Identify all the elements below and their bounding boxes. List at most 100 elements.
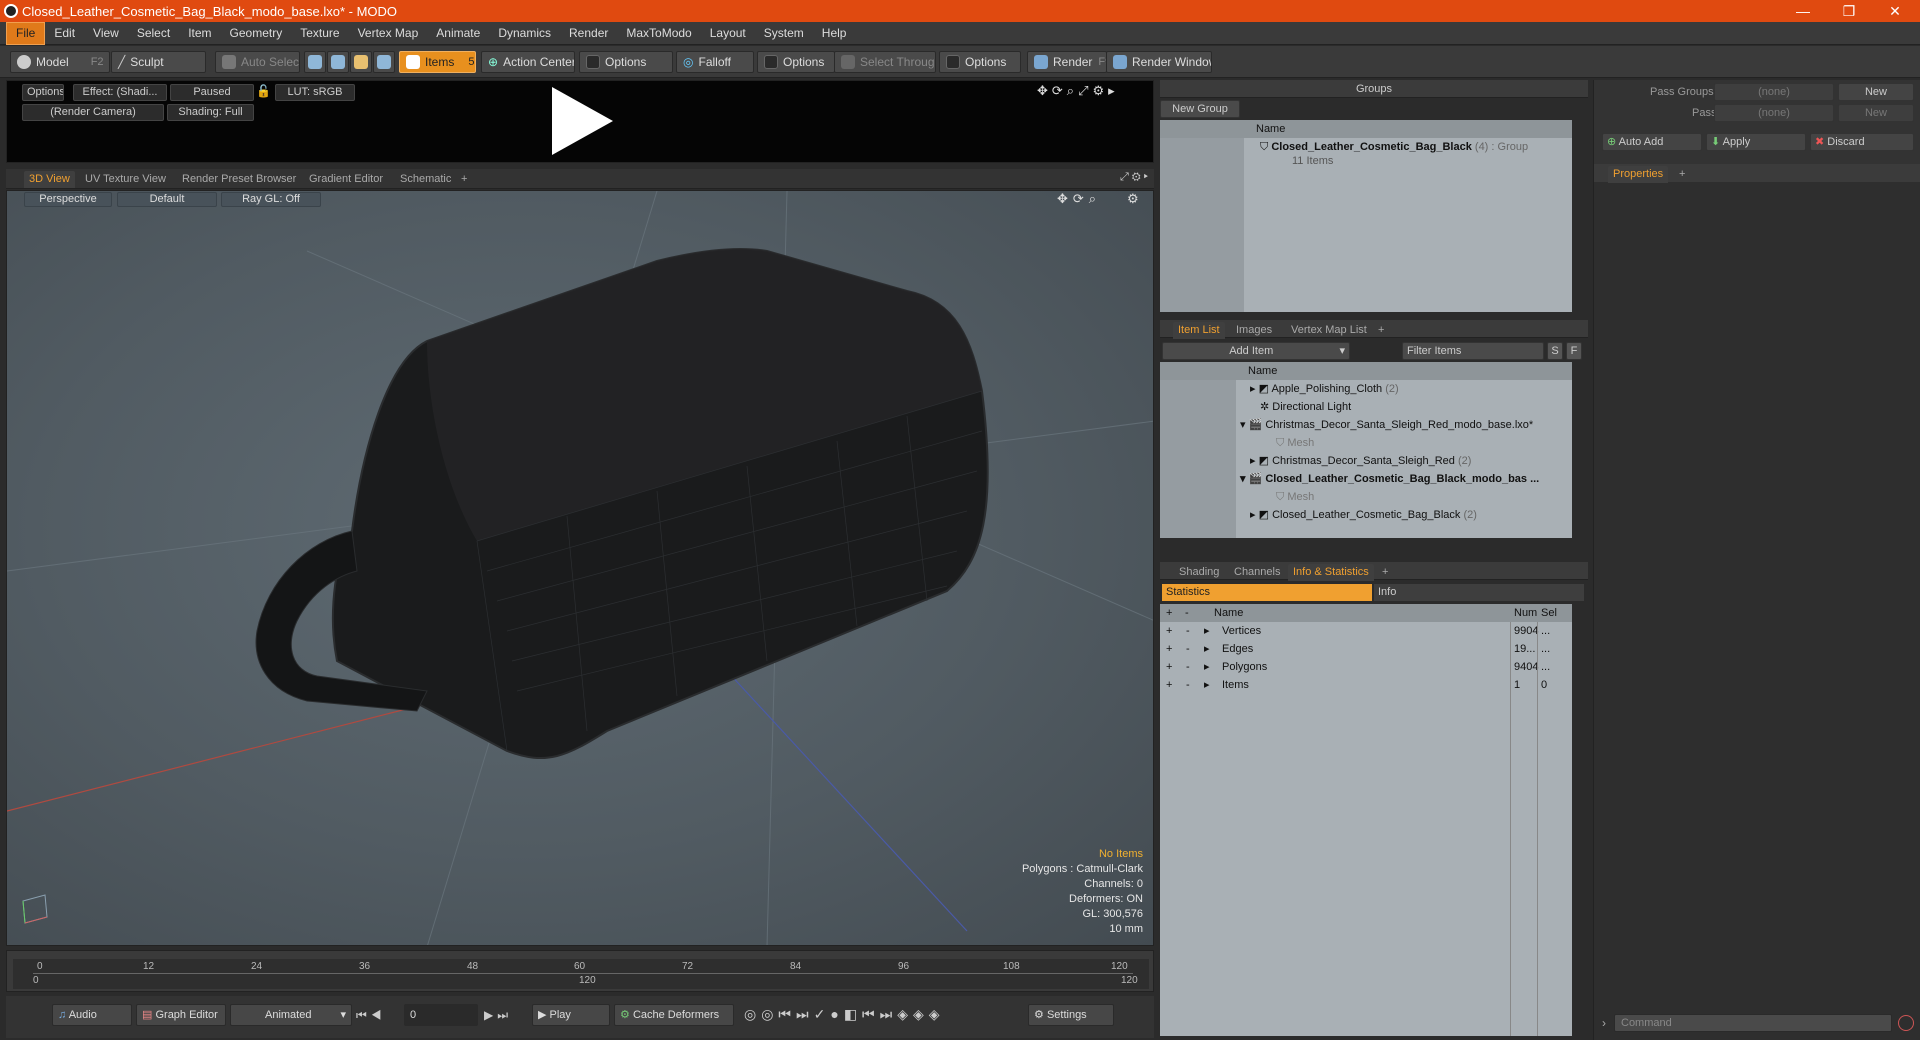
list-item[interactable]: ✲ Directional Light (1160, 398, 1351, 416)
remove-icon[interactable]: - (1186, 640, 1190, 658)
add-tab-button[interactable]: + (456, 171, 472, 188)
tab-info-statistics[interactable]: Info & Statistics (1288, 564, 1374, 581)
frame-input[interactable]: 0 (404, 1004, 478, 1026)
view-panel-icons[interactable]: ⤢ ⚙ ▸ (1120, 171, 1148, 184)
menu-dynamics[interactable]: Dynamics (489, 22, 560, 45)
skip-start-prev-icons[interactable]: ⏮◀ (356, 1008, 386, 1023)
apply-button[interactable]: ⬇ Apply (1706, 133, 1806, 151)
graph-editor-button[interactable]: ▤ Graph Editor (136, 1004, 226, 1026)
list-item[interactable]: ▸ ◩ Christmas_Decor_Santa_Sleigh_Red (2) (1160, 452, 1471, 470)
tab-render-preset-browser[interactable]: Render Preset Browser (177, 171, 301, 188)
preview-camera-dropdown[interactable]: (Render Camera) (22, 104, 164, 121)
edges-mode-button[interactable] (327, 51, 349, 73)
menu-vertex-map[interactable]: Vertex Map (349, 22, 428, 45)
new-group-button[interactable]: New Group (1160, 100, 1240, 118)
preview-options-button[interactable]: Options (22, 84, 64, 101)
menu-texture[interactable]: Texture (291, 22, 348, 45)
discard-button[interactable]: ✖ Discard (1810, 133, 1914, 151)
settings-button[interactable]: ⚙ Settings (1028, 1004, 1114, 1026)
preview-lut-dropdown[interactable]: LUT: sRGB (275, 84, 355, 101)
expand-arrow-icon[interactable]: ▸ (1204, 640, 1210, 658)
list-item[interactable]: ▸ ◩ Apple_Polishing_Cloth (2) (1160, 380, 1399, 398)
3d-viewport[interactable]: Perspective Default Ray GL: Off ✥⟳⌕ ⚙ No… (6, 190, 1154, 946)
add-icon[interactable]: + (1166, 622, 1172, 640)
menu-view[interactable]: View (84, 22, 128, 45)
stop-icon[interactable] (1898, 1015, 1914, 1031)
add-tab-button[interactable]: + (1377, 564, 1393, 581)
menu-select[interactable]: Select (128, 22, 179, 45)
tab-uv-texture-view[interactable]: UV Texture View (80, 171, 171, 188)
select-through-button[interactable]: Select Through (834, 51, 936, 73)
menu-item[interactable]: Item (179, 22, 220, 45)
cache-deformers-button[interactable]: ⚙ Cache Deformers (614, 1004, 734, 1026)
info-subtab[interactable]: Info (1374, 584, 1584, 601)
menu-maxtomodo[interactable]: MaxToModo (617, 22, 700, 45)
tab-images[interactable]: Images (1231, 322, 1277, 339)
polygons-mode-button[interactable] (350, 51, 372, 73)
keyframe-tool-icons[interactable]: ◎◎⏮⏭✓●◧⏮⏭◈◈◈ (744, 1006, 945, 1023)
auto-select-button[interactable]: Auto Select (215, 51, 300, 73)
tab-gradient-editor[interactable]: Gradient Editor (304, 171, 388, 188)
new-pass-button[interactable]: New (1838, 104, 1914, 122)
filter-items-input[interactable]: Filter Items (1402, 342, 1544, 360)
tab-vertex-map-list[interactable]: Vertex Map List (1286, 322, 1372, 339)
timeline-ruler[interactable]: 0 12 24 36 48 60 72 84 96 108 120 0 120 … (13, 959, 1149, 989)
falloff-button[interactable]: ◎ Falloff (676, 51, 754, 73)
tab-schematic[interactable]: Schematic (395, 171, 456, 188)
preview-effect-dropdown[interactable]: Effect: (Shadi... (73, 84, 167, 101)
filter-f-button[interactable]: F (1566, 342, 1582, 360)
tab-3d-view[interactable]: 3D View (24, 171, 75, 188)
add-icon[interactable]: + (1166, 640, 1172, 658)
pass-groups-dropdown[interactable]: (none) (1714, 83, 1834, 101)
lock-icon[interactable]: 🔓 (256, 84, 271, 98)
menu-layout[interactable]: Layout (701, 22, 755, 45)
expand-arrow-icon[interactable]: ▸ (1204, 622, 1210, 640)
close-button[interactable]: ✕ (1872, 0, 1918, 22)
preview-shading-dropdown[interactable]: Shading: Full (167, 104, 254, 121)
action-center-options-button[interactable]: Options (579, 51, 673, 73)
items-mode-button[interactable]: Items 5 (399, 51, 476, 73)
add-icon[interactable]: + (1166, 676, 1172, 694)
filter-s-button[interactable]: S (1547, 342, 1563, 360)
remove-icon[interactable]: - (1186, 658, 1190, 676)
model-mode-button[interactable]: Model F2 (10, 51, 110, 73)
play-icon[interactable] (547, 85, 617, 157)
preview-nav-icons[interactable]: ✥⟳⌕⤢⚙▸ (1037, 83, 1119, 99)
tab-channels[interactable]: Channels (1229, 564, 1285, 581)
sculpt-mode-button[interactable]: ╱ Sculpt (111, 51, 206, 73)
preview-paused-button[interactable]: Paused (170, 84, 254, 101)
add-tab-button[interactable]: + (1674, 166, 1690, 183)
tab-properties[interactable]: Properties (1608, 166, 1669, 183)
passes-dropdown[interactable]: (none) (1714, 104, 1834, 122)
add-icon[interactable]: + (1166, 658, 1172, 676)
render-window-button[interactable]: Render Window (1106, 51, 1212, 73)
timeline[interactable]: 0 12 24 36 48 60 72 84 96 108 120 0 120 … (6, 950, 1154, 992)
statistics-subtab[interactable]: Statistics (1162, 584, 1372, 601)
list-item[interactable]: ▸ ◩ Closed_Leather_Cosmetic_Bag_Black (2… (1160, 506, 1477, 524)
materials-mode-button[interactable] (373, 51, 395, 73)
list-item[interactable]: ⛉ Mesh (1160, 488, 1314, 506)
next-skip-end-icons[interactable]: ▶⏭ (484, 1008, 512, 1023)
menu-render[interactable]: Render (560, 22, 617, 45)
menu-edit[interactable]: Edit (45, 22, 84, 45)
list-item[interactable]: ⛉ Mesh (1160, 434, 1314, 452)
audio-button[interactable]: ♫ Audio (52, 1004, 132, 1026)
menu-geometry[interactable]: Geometry (221, 22, 292, 45)
maximize-button[interactable]: ❐ (1826, 0, 1872, 22)
command-input[interactable]: Command (1614, 1014, 1892, 1032)
vertices-mode-button[interactable] (304, 51, 326, 73)
menu-animate[interactable]: Animate (427, 22, 489, 45)
remove-icon[interactable]: - (1186, 622, 1190, 640)
play-button[interactable]: ▶ Play (532, 1004, 610, 1026)
menu-file[interactable]: File (6, 21, 46, 45)
add-tab-button[interactable]: + (1373, 322, 1389, 339)
list-item[interactable]: ▾ 🎬 Closed_Leather_Cosmetic_Bag_Black_mo… (1160, 470, 1539, 488)
menu-system[interactable]: System (755, 22, 813, 45)
menu-help[interactable]: Help (813, 22, 856, 45)
action-center-button[interactable]: ⊕ Action Center (481, 51, 575, 73)
list-item[interactable]: ▾ 🎬 Christmas_Decor_Santa_Sleigh_Red_mod… (1160, 416, 1533, 434)
animated-dropdown[interactable]: Animated ▾ (230, 1004, 352, 1026)
expand-arrow-icon[interactable]: ▸ (1204, 658, 1210, 676)
select-through-options-button[interactable]: Options (939, 51, 1021, 73)
render-button[interactable]: RenderF9 (1027, 51, 1107, 73)
